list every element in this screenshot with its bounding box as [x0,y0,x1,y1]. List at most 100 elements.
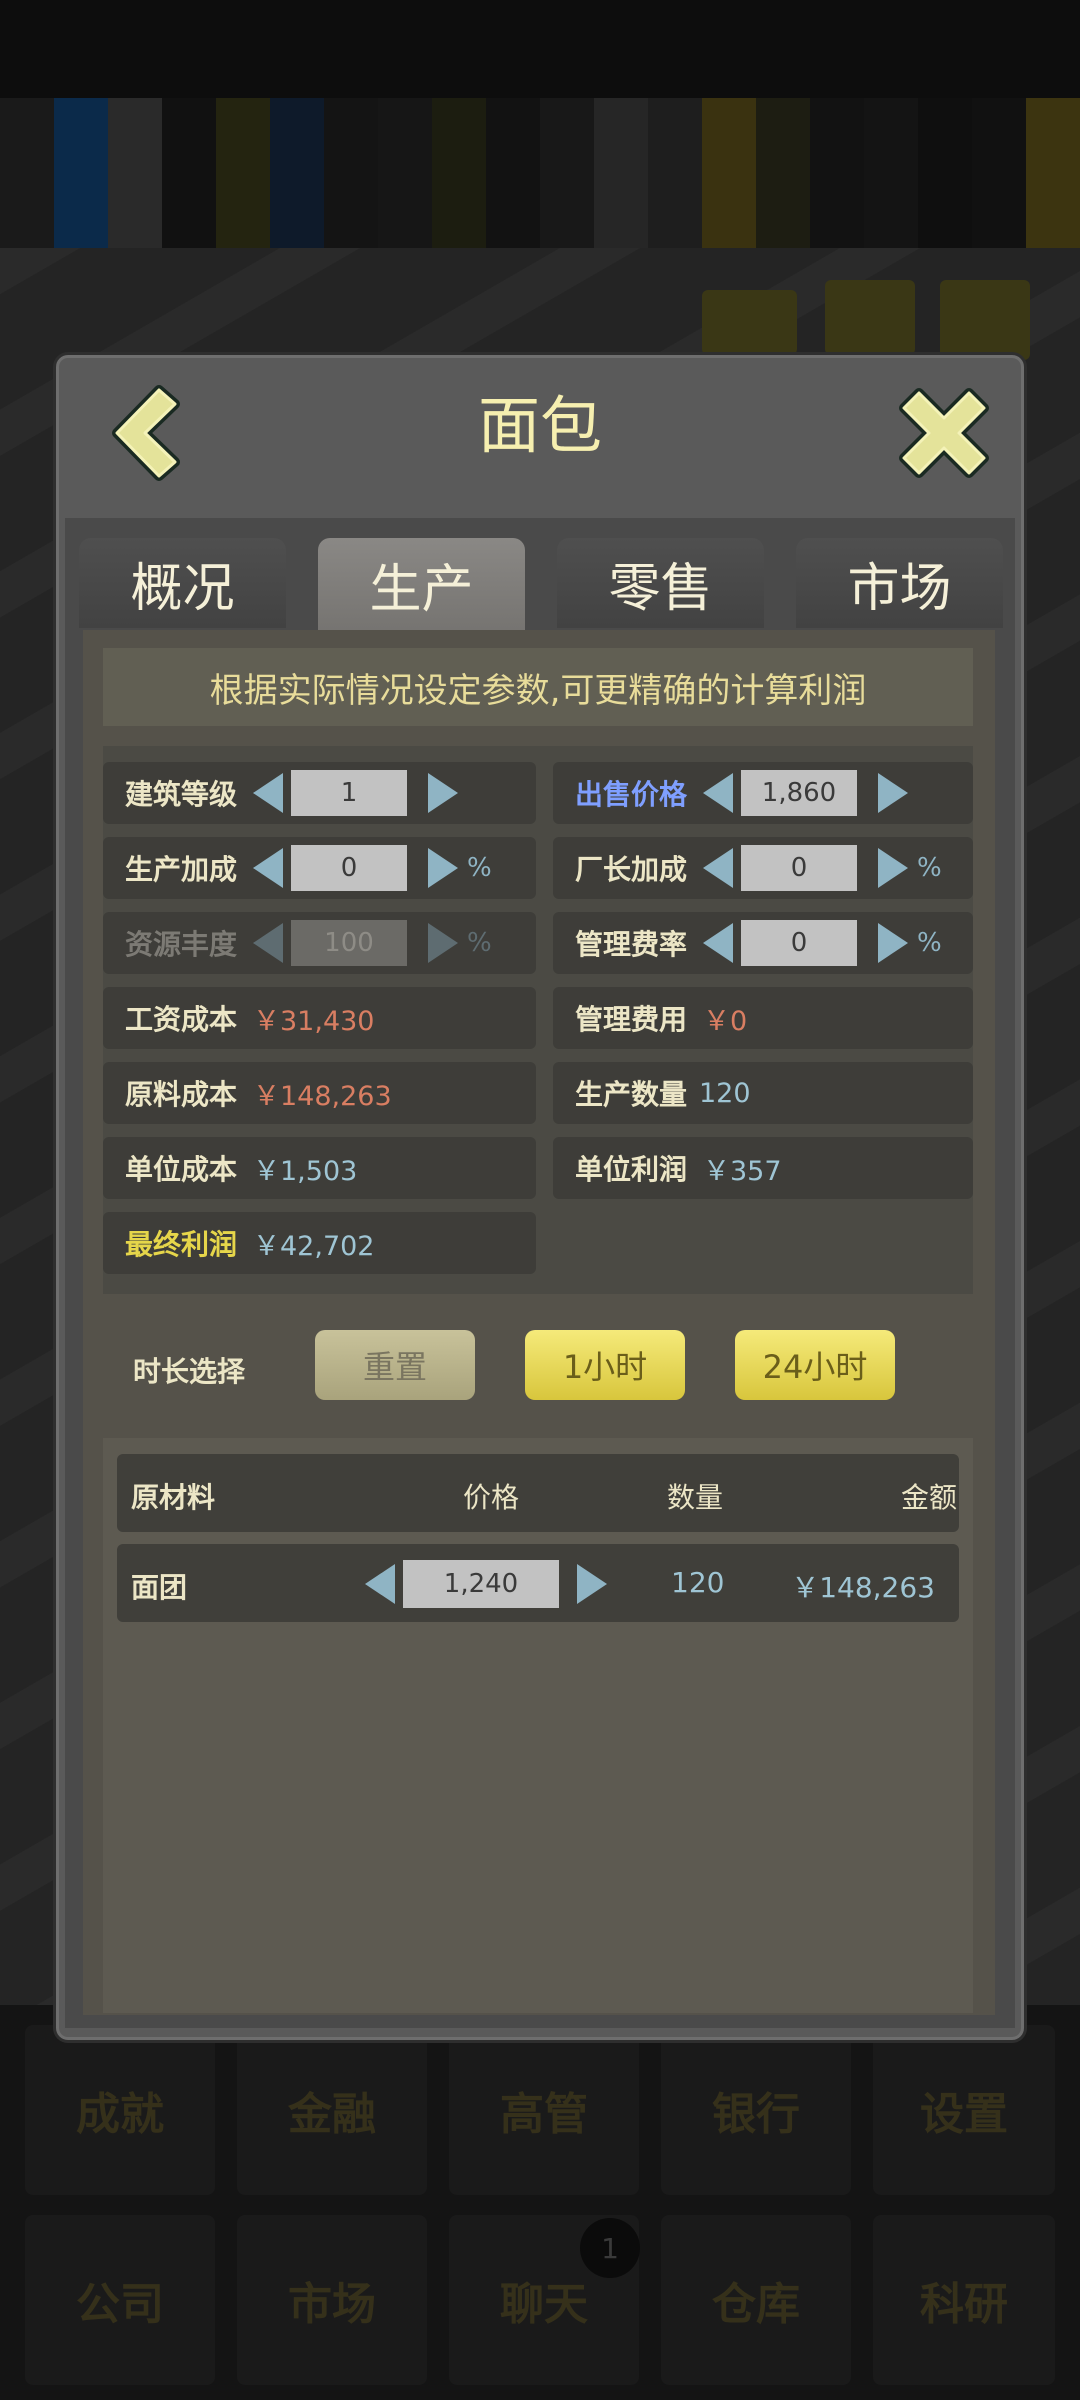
header-material: 原材料 [131,1481,216,1514]
production-bonus-stepper: 0 % [253,845,543,891]
unit-profit-row: 单位利润 ￥357 [553,1137,973,1199]
nav-research[interactable]: 科研 [873,2215,1055,2385]
nav-executives[interactable]: 高管 [449,2025,639,2195]
materials-table: 原材料 价格 数量 金额 面团 1,240 120 ￥148,263 [103,1438,973,2013]
material-name: 面团 [131,1571,188,1604]
header-price: 价格 [463,1481,520,1514]
megaphone-icon [825,280,915,355]
manager-bonus-label: 厂长加成 [575,853,688,886]
unit-cost-row: 单位成本 ￥1,503 [103,1137,536,1199]
percent-unit: % [917,853,942,883]
material-price-input[interactable]: 1,240 [403,1560,559,1608]
building-level-stepper: 1 [253,770,543,816]
increase-arrow-icon[interactable] [428,848,458,888]
wage-cost-row: 工资成本 ￥31,430 [103,987,536,1049]
decrease-arrow-icon[interactable] [703,848,733,888]
table-row: 面团 1,240 120 ￥148,263 [117,1544,959,1622]
header-quantity: 数量 [667,1481,724,1514]
status-bar-area [0,0,1080,100]
decrease-arrow-icon[interactable] [253,773,283,813]
production-qty-row: 生产数量 120 [553,1062,973,1124]
resource-richness-label: 资源丰度 [125,928,238,961]
twenty-four-hour-button[interactable]: 24小时 [735,1330,895,1400]
nav-bank[interactable]: 银行 [661,2025,851,2195]
decrease-arrow-icon[interactable] [703,923,733,963]
nav-settings[interactable]: 设置 [873,2025,1055,2195]
reset-button[interactable]: 重置 [315,1330,475,1400]
increase-arrow-icon[interactable] [577,1564,607,1604]
management-fee-row: 管理费用 ￥0 [553,987,973,1049]
management-fee-rate-row: 管理费率 0 % [553,912,973,974]
parameters-panel: 建筑等级 1 出售价格 1,860 生产加成 0 % 厂长加成 0 % 资源丰度… [103,746,973,1294]
duration-label: 时长选择 [133,1355,246,1388]
tab-market[interactable]: 市场 [796,538,1003,628]
nav-company[interactable]: 公司 [25,2215,215,2385]
decrease-arrow-icon[interactable] [253,848,283,888]
final-profit-row: 最终利润 ￥42,702 [103,1212,536,1274]
building-level-input[interactable]: 1 [291,770,407,816]
manager-bonus-stepper: 0 % [703,845,993,891]
final-profit-label: 最终利润 [125,1228,238,1261]
percent-unit: % [467,853,492,883]
chat-badge: 1 [580,2218,640,2278]
duration-selector: 时长选择 重置 1小时 24小时 [83,1330,995,1410]
unit-cost-value: ￥1,503 [253,1155,358,1187]
dialog-title: 面包 [477,389,602,462]
management-fee-rate-stepper: 0 % [703,920,993,966]
nav-market[interactable]: 市场 [237,2215,427,2385]
resource-richness-stepper: 100 % [253,920,543,966]
one-hour-button[interactable]: 1小时 [525,1330,685,1400]
unit-profit-value: ￥357 [703,1155,782,1187]
sale-price-row: 出售价格 1,860 [553,762,973,824]
material-amount: ￥148,263 [791,1571,935,1604]
wage-cost-label: 工资成本 [125,1003,238,1036]
sale-price-stepper: 1,860 [703,770,993,816]
dialog-body: 概况 生产 零售 市场 根据实际情况设定参数,可更精确的计算利润 建筑等级 1 … [65,518,1015,2028]
manager-bonus-row: 厂长加成 0 % [553,837,973,899]
increase-arrow-icon[interactable] [878,848,908,888]
chart-icon [940,280,1030,360]
header-amount: 金额 [901,1481,958,1514]
hint-text: 根据实际情况设定参数,可更精确的计算利润 [103,648,973,726]
increase-arrow-icon[interactable] [878,773,908,813]
percent-unit: % [467,928,492,958]
manager-bonus-input[interactable]: 0 [741,845,857,891]
product-dialog: 面包 概况 生产 零售 市场 根据实际情况设定参数,可更精确的计算利润 建筑等级… [56,355,1024,2040]
increase-arrow-icon[interactable] [878,923,908,963]
close-icon[interactable] [889,378,999,488]
building-level-label: 建筑等级 [125,778,238,811]
tab-overview[interactable]: 概况 [79,538,286,628]
decrease-arrow-icon[interactable] [365,1564,395,1604]
management-fee-value: ￥0 [703,1005,748,1037]
decrease-arrow-icon [253,923,283,963]
production-qty-label: 生产数量 [575,1078,688,1111]
wage-cost-value: ￥31,430 [253,1005,375,1037]
material-cost-label: 原料成本 [125,1078,238,1111]
production-bonus-label: 生产加成 [125,853,238,886]
increase-arrow-icon[interactable] [428,773,458,813]
building-level-row: 建筑等级 1 [103,762,536,824]
decrease-arrow-icon[interactable] [703,773,733,813]
management-fee-rate-label: 管理费率 [575,928,688,961]
material-cost-row: 原料成本 ￥148,263 [103,1062,536,1124]
tab-retail[interactable]: 零售 [557,538,764,628]
nav-warehouse[interactable]: 仓库 [661,2215,851,2385]
nav-finance[interactable]: 金融 [237,2025,427,2195]
tab-production[interactable]: 生产 [318,538,525,630]
production-bonus-row: 生产加成 0 % [103,837,536,899]
management-fee-label: 管理费用 [575,1003,688,1036]
management-fee-rate-input[interactable]: 0 [741,920,857,966]
nav-achievements[interactable]: 成就 [25,2025,215,2195]
unit-cost-label: 单位成本 [125,1153,238,1186]
pixelated-banner [0,98,1080,248]
production-bonus-input[interactable]: 0 [291,845,407,891]
sale-price-input[interactable]: 1,860 [741,770,857,816]
resource-richness-input: 100 [291,920,407,966]
tab-bar: 概况 生产 零售 市场 [79,538,1004,630]
material-cost-value: ￥148,263 [253,1080,392,1112]
sale-price-label: 出售价格 [575,778,688,811]
material-price-stepper: 1,240 [365,1560,615,1608]
production-panel: 根据实际情况设定参数,可更精确的计算利润 建筑等级 1 出售价格 1,860 生… [83,630,995,2015]
production-qty-value: 120 [699,1077,751,1109]
percent-unit: % [917,928,942,958]
